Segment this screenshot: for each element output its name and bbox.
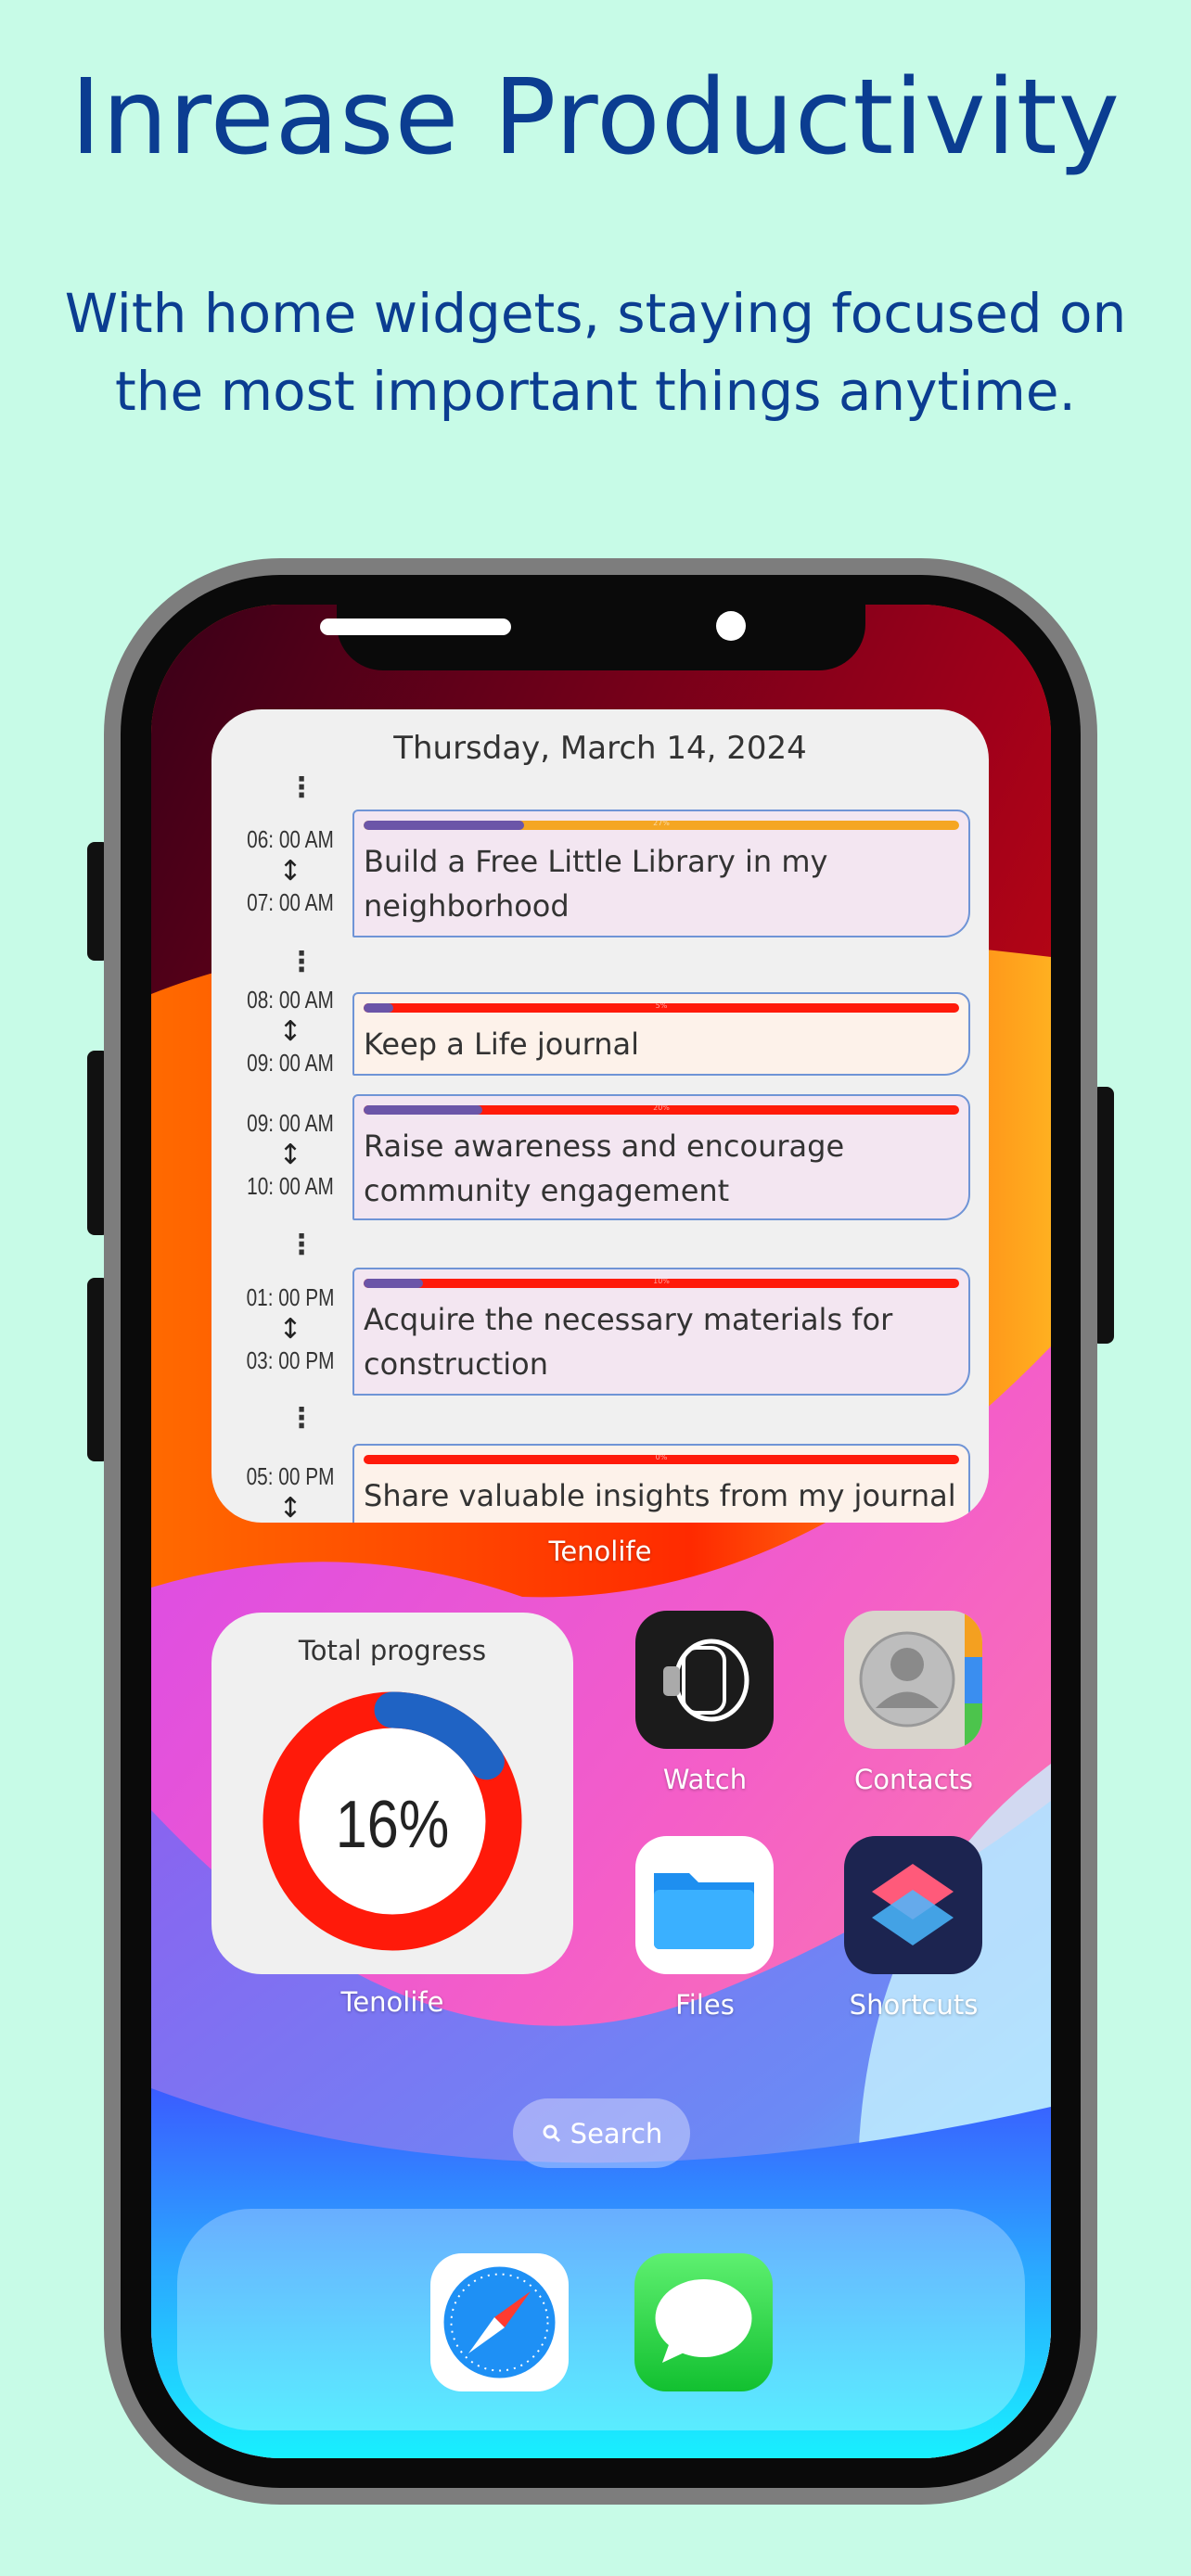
task-progress-label: 20% (653, 1105, 670, 1112)
shortcuts-app[interactable] (844, 1836, 982, 1974)
subtitle-line: the most important things anytime. (115, 360, 1076, 423)
search-icon (543, 2124, 560, 2142)
task-card[interactable]: 10% Acquire the necessary materials for … (352, 1268, 970, 1396)
search-button[interactable]: Search (513, 2098, 690, 2168)
contacts-app[interactable] (844, 1611, 982, 1749)
home-screen: Thursday, March 14, 2024 ⋮ ⋮ ⋮ ⋮ 06: 00 … (151, 605, 1051, 2458)
up-down-arrow-icon: ↕ (278, 1492, 302, 1523)
files-app[interactable] (635, 1836, 774, 1974)
task-progress-bar: 27% (364, 821, 959, 830)
app-label: Files (675, 1989, 735, 2021)
app-label: Watch (662, 1764, 748, 1795)
dock (177, 2209, 1025, 2430)
safari-app[interactable] (430, 2253, 569, 2391)
up-down-arrow-icon: ↕ (278, 1139, 302, 1171)
up-down-arrow-icon: ↕ (278, 855, 302, 887)
end-time: 09: 00 AM (247, 1049, 334, 1077)
start-time: 09: 00 AM (247, 1109, 334, 1137)
task-title: Acquire the necessary materials for cons… (364, 1302, 893, 1382)
task-title: Share valuable insights from my journal (364, 1478, 956, 1513)
task-title: Raise awareness and encourage community … (364, 1129, 845, 1208)
watch-app[interactable] (635, 1611, 774, 1749)
start-time: 05: 00 PM (246, 1462, 335, 1490)
search-label: Search (570, 2117, 663, 2149)
up-down-arrow-icon: ↕ (278, 1313, 302, 1345)
progress-value: 16% (335, 1788, 450, 1862)
more-dots-icon: ⋮ (288, 1229, 315, 1261)
task-progress-label: 5% (655, 1003, 668, 1010)
schedule-widget[interactable]: Thursday, March 14, 2024 ⋮ ⋮ ⋮ ⋮ 06: 00 … (211, 709, 989, 1523)
task-progress-label: 27% (653, 821, 670, 827)
more-dots-icon: ⋮ (288, 946, 315, 978)
speaker (320, 618, 511, 635)
shortcuts-icon (872, 1864, 954, 1945)
task-progress-label: 0% (655, 1455, 668, 1461)
more-dots-icon: ⋮ (288, 1402, 315, 1435)
camera (716, 611, 746, 641)
notch (337, 605, 865, 670)
end-time: 10: 00 AM (247, 1172, 334, 1200)
page-title: Inrease Productivity (70, 57, 1121, 178)
task-card[interactable]: 20% Raise awareness and encourage commun… (352, 1094, 970, 1220)
up-down-arrow-icon: ↕ (278, 1015, 302, 1048)
page-subtitle: With home widgets, staying focused on th… (0, 274, 1191, 430)
watch-icon (663, 1639, 749, 1722)
messages-app[interactable] (634, 2253, 773, 2391)
task-card[interactable]: 27% Build a Free Little Library in my ne… (352, 810, 970, 937)
task-card[interactable]: 5% Keep a Life journal (352, 992, 970, 1076)
task-title: Build a Free Little Library in my neighb… (364, 844, 828, 924)
end-time: 03: 00 PM (246, 1346, 335, 1374)
task-progress-bar: 0% (364, 1455, 959, 1464)
task-progress-bar: 10% (364, 1279, 959, 1288)
total-progress-widget[interactable]: Total progress 16% (211, 1613, 573, 1974)
messages-icon (655, 2279, 752, 2363)
more-dots-icon: ⋮ (288, 772, 315, 804)
start-time: 06: 00 AM (247, 825, 334, 853)
files-icon (654, 1873, 754, 1949)
subtitle-line: With home widgets, staying focused on (64, 282, 1127, 345)
start-time: 08: 00 AM (247, 986, 334, 1014)
task-card[interactable]: 0% Share valuable insights from my journ… (352, 1444, 970, 1523)
start-time: 01: 00 PM (246, 1283, 335, 1311)
progress-title: Total progress (298, 1635, 487, 1666)
app-label: Shortcuts (849, 1989, 979, 2021)
widget-app-label: Tenolife (340, 1986, 444, 2018)
widget-date: Thursday, March 14, 2024 (393, 730, 807, 767)
end-time: 07: 00 AM (247, 888, 334, 916)
app-label: Contacts (854, 1764, 973, 1795)
task-progress-bar: 20% (364, 1105, 959, 1115)
task-progress-label: 10% (653, 1279, 670, 1285)
widget-app-label: Tenolife (548, 1536, 652, 1567)
task-title: Keep a Life journal (364, 1027, 639, 1062)
task-progress-bar: 5% (364, 1003, 959, 1013)
safari-icon (443, 2266, 556, 2378)
contacts-icon (859, 1611, 982, 1749)
